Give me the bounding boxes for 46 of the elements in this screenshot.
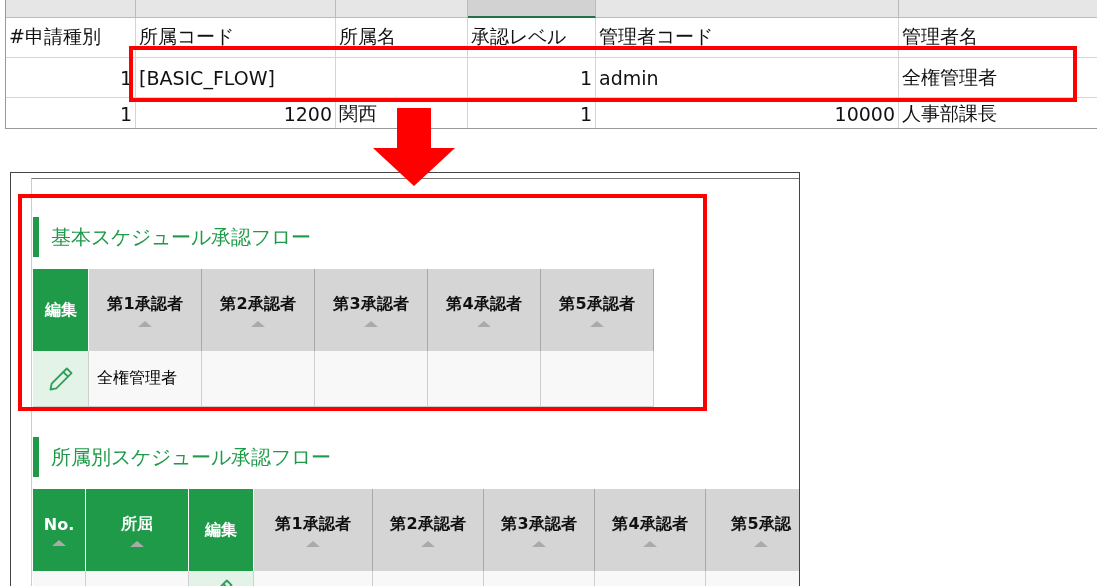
spreadsheet-cell: 所属コード bbox=[136, 18, 336, 58]
spreadsheet-cell: 1 bbox=[6, 98, 136, 128]
sort-caret-icon[interactable] bbox=[52, 539, 66, 546]
column-header[interactable]: 第1承認者 bbox=[254, 489, 373, 571]
sort-caret-icon[interactable] bbox=[477, 320, 491, 327]
sort-caret-icon[interactable] bbox=[590, 320, 604, 327]
spreadsheet-cell: 承認レベル bbox=[468, 18, 596, 58]
sort-caret-icon[interactable] bbox=[532, 540, 546, 547]
sort-caret-icon[interactable] bbox=[251, 320, 265, 327]
sort-caret-icon[interactable] bbox=[130, 540, 144, 547]
column-header[interactable]: 第2承認者 bbox=[373, 489, 484, 571]
column-header[interactable]: 第1承認者 bbox=[89, 269, 202, 351]
spreadsheet-cell: 1 bbox=[468, 98, 596, 128]
spreadsheet-cell: 管理者名 bbox=[899, 18, 1097, 58]
column-header[interactable]: 所屈 bbox=[86, 489, 189, 571]
column-header[interactable]: 第5承認 bbox=[706, 489, 799, 571]
column-header[interactable]: No. bbox=[33, 489, 86, 571]
section-title: 所属別スケジュール承認フロー bbox=[33, 437, 799, 477]
column-letter-header[interactable] bbox=[468, 0, 596, 18]
sort-caret-icon[interactable] bbox=[421, 540, 435, 547]
spreadsheet-cell: 1 bbox=[6, 58, 136, 98]
column-header[interactable]: 第2承認者 bbox=[202, 269, 315, 351]
column-header[interactable]: 第3承認者 bbox=[315, 269, 428, 351]
sort-caret-icon[interactable] bbox=[364, 320, 378, 327]
spreadsheet-cell: [BASIC_FLOW] bbox=[136, 58, 336, 98]
spreadsheet-cell: 管理者コード bbox=[596, 18, 899, 58]
spreadsheet-cell: 1200 bbox=[136, 98, 336, 128]
section-title: 基本スケジュール承認フロー bbox=[33, 217, 799, 257]
spreadsheet-cell: admin bbox=[596, 58, 899, 98]
sort-caret-icon[interactable] bbox=[754, 540, 768, 547]
sort-caret-icon[interactable] bbox=[306, 540, 320, 547]
sort-caret-icon[interactable] bbox=[643, 540, 657, 547]
spreadsheet-cell: #申請種別 bbox=[6, 18, 136, 58]
spreadsheet-cell: 1 bbox=[468, 58, 596, 98]
column-header[interactable]: 第4承認者 bbox=[595, 489, 706, 571]
sort-caret-icon[interactable] bbox=[138, 320, 152, 327]
table-cell: 全権管理者 bbox=[89, 351, 202, 407]
spreadsheet-cell: 10000 bbox=[596, 98, 899, 128]
column-header[interactable]: 編集 bbox=[189, 489, 254, 571]
column-header[interactable]: 編集 bbox=[33, 269, 89, 351]
column-header[interactable]: 第4承認者 bbox=[428, 269, 541, 351]
spreadsheet-cell: 人事部課長 bbox=[899, 98, 1097, 128]
spreadsheet-cell: 全権管理者 bbox=[899, 58, 1097, 98]
spreadsheet-cell: 所属名 bbox=[336, 18, 468, 58]
column-header[interactable]: 第5承認者 bbox=[541, 269, 654, 351]
column-header[interactable]: 第3承認者 bbox=[484, 489, 595, 571]
